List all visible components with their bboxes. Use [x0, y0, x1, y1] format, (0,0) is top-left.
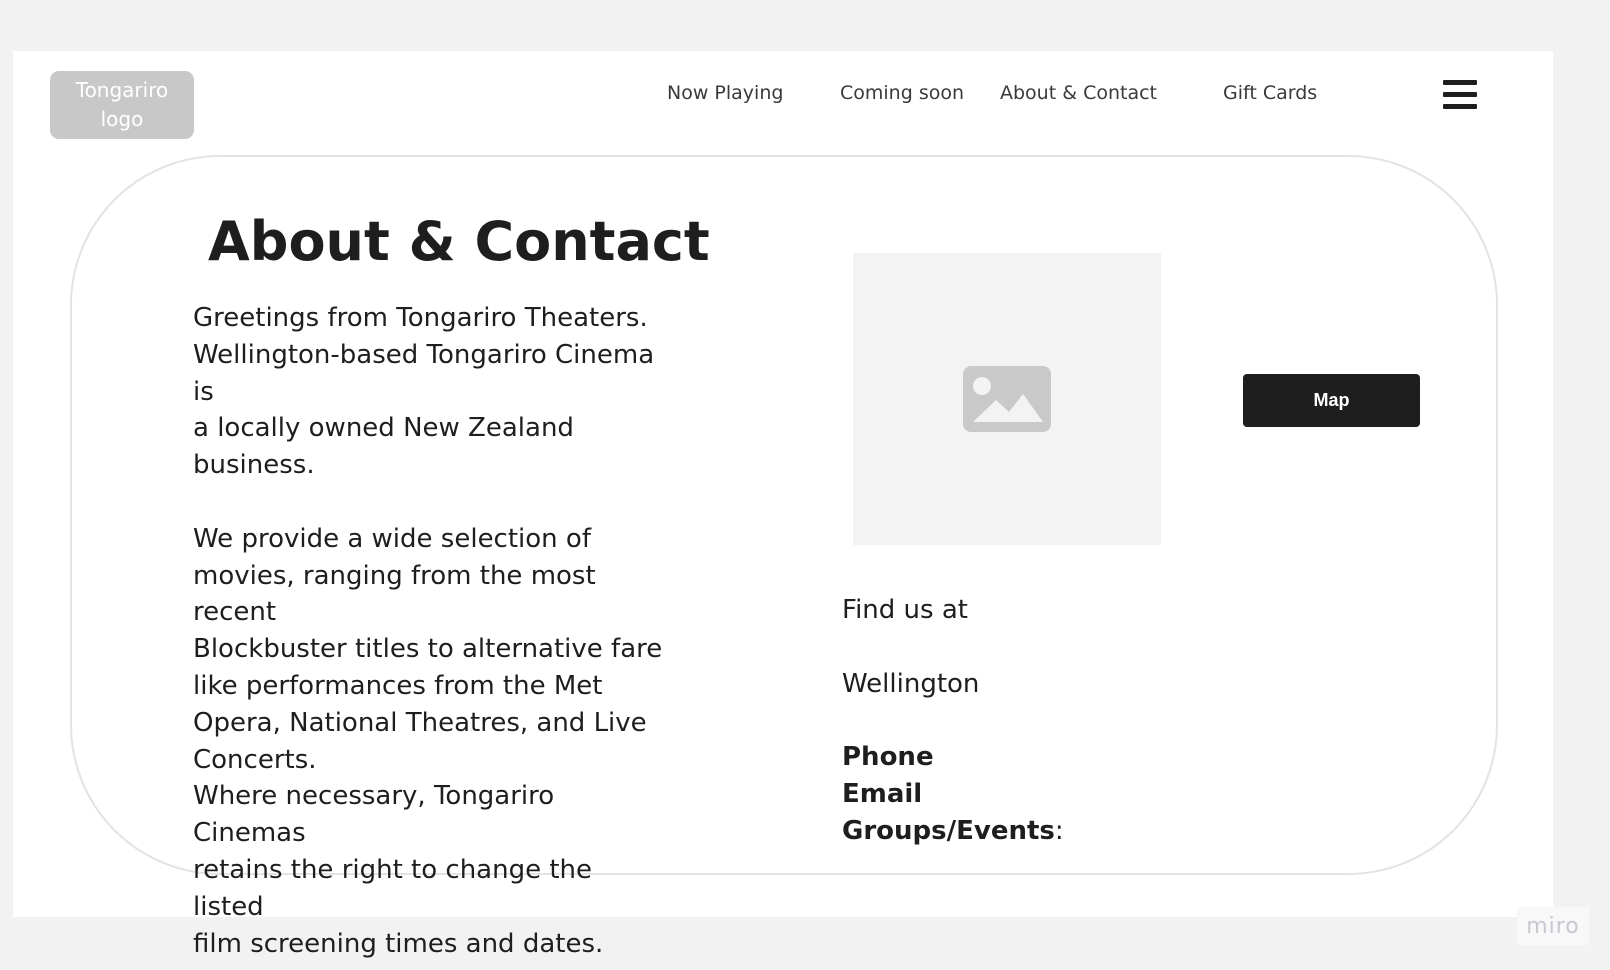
hamburger-menu-icon[interactable] [1443, 80, 1477, 110]
location-text: Wellington [842, 668, 980, 699]
about-paragraph-1: Greetings from Tongariro Theaters. Welli… [193, 303, 655, 481]
nav-about-contact[interactable]: About & Contact [1000, 82, 1157, 104]
contact-info: Find us at Wellington Phone Email Groups… [842, 592, 1064, 850]
about-paragraph-2: We provide a wide selection of movies, r… [193, 523, 663, 959]
find-us-label: Find us at [842, 595, 968, 625]
map-button[interactable]: Map [1243, 374, 1420, 427]
groups-events-label: Groups/Events [842, 815, 1055, 846]
email-label: Email [842, 778, 923, 809]
image-placeholder-icon [963, 366, 1051, 432]
about-text: Greetings from Tongariro Theaters. Welli… [193, 300, 663, 962]
miro-watermark: miro [1517, 907, 1589, 945]
nav-coming-soon[interactable]: Coming soon [840, 82, 964, 104]
image-placeholder [853, 253, 1161, 545]
nav-now-playing[interactable]: Now Playing [667, 82, 783, 104]
groups-events-colon: : [1054, 815, 1064, 846]
page-title: About & Contact [208, 210, 710, 273]
phone-label: Phone [842, 742, 934, 773]
logo[interactable]: Tongariro logo [50, 71, 194, 139]
nav-gift-cards[interactable]: Gift Cards [1223, 82, 1317, 104]
